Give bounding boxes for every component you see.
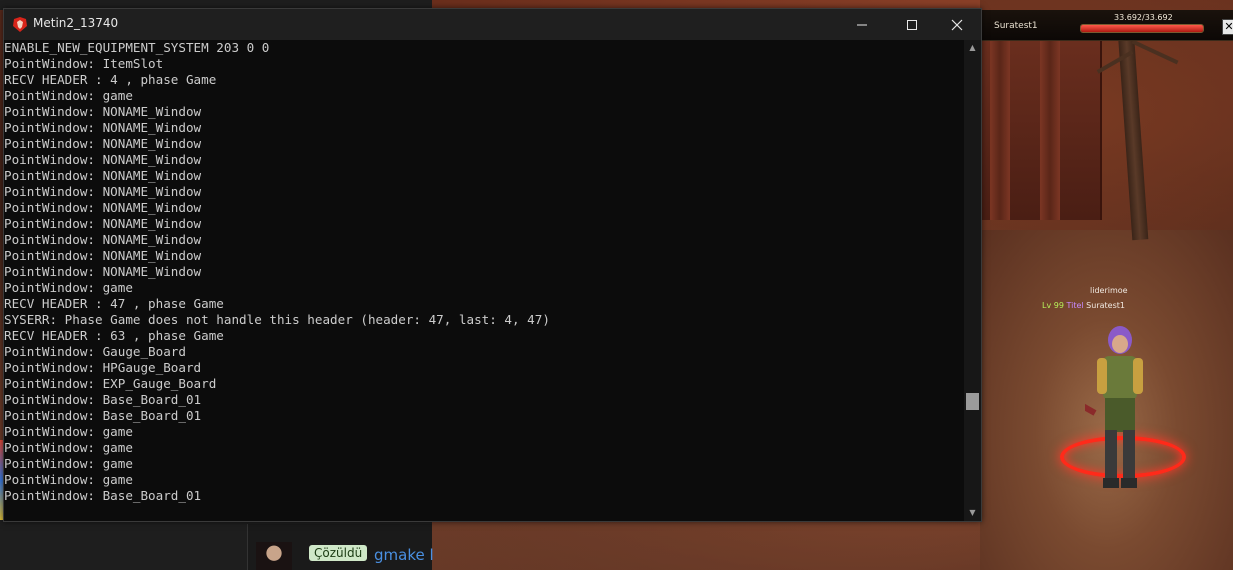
console-line: SYSERR: Phase Game does not handle this …	[4, 312, 550, 327]
solved-badge: Çözüldü	[309, 545, 368, 561]
forum-post-title[interactable]: gmake l	[374, 546, 434, 564]
console-line: PointWindow: EXP_Gauge_Board	[4, 376, 217, 391]
character-guild-label: liderimoe	[1090, 286, 1128, 295]
metin2-app-icon	[13, 17, 27, 32]
console-line: PointWindow: game	[4, 280, 133, 295]
window-titlebar[interactable]: Metin2_13740	[4, 9, 981, 40]
console-line: PointWindow: NONAME_Window	[4, 184, 202, 199]
console-line: PointWindow: game	[4, 424, 133, 439]
console-scrollbar[interactable]: ▲ ▼	[964, 40, 981, 521]
character-name: Suratest1	[1086, 301, 1125, 310]
window-title: Metin2_13740	[33, 16, 119, 30]
scroll-down-icon[interactable]: ▼	[964, 505, 981, 521]
close-icon	[951, 19, 963, 31]
console-line: PointWindow: NONAME_Window	[4, 152, 202, 167]
console-line: PointWindow: NONAME_Window	[4, 264, 202, 279]
console-line: PointWindow: game	[4, 456, 133, 471]
maximize-button[interactable]	[889, 9, 935, 40]
console-line: PointWindow: NONAME_Window	[4, 120, 202, 135]
console-line: PointWindow: Base_Board_01	[4, 408, 202, 423]
console-line: RECV HEADER : 47 , phase Game	[4, 296, 224, 311]
minimize-button[interactable]	[839, 9, 885, 40]
forum-post-card[interactable]: Çözüldü gmake l	[247, 524, 434, 570]
temple-structure	[980, 40, 1102, 220]
console-line: PointWindow: Gauge_Board	[4, 344, 186, 359]
character-level: Lv 99	[1042, 301, 1064, 310]
target-hp-text: 33.692/33.692	[1114, 13, 1173, 22]
console-line: ENABLE_NEW_EQUIPMENT_SYSTEM 203 0 0	[4, 40, 270, 55]
console-line: RECV HEADER : 4 , phase Game	[4, 72, 217, 87]
console-output[interactable]: ENABLE_NEW_EQUIPMENT_SYSTEM 203 0 0 Point…	[4, 40, 964, 521]
console-line: PointWindow: game	[4, 88, 133, 103]
maximize-icon	[907, 20, 917, 30]
target-hp-bar-fill	[1081, 25, 1203, 32]
console-line: PointWindow: game	[4, 440, 133, 455]
hud-close-button[interactable]: ✕	[1222, 19, 1233, 35]
close-button[interactable]	[934, 9, 980, 40]
console-line: PointWindow: HPGauge_Board	[4, 360, 202, 375]
console-line: PointWindow: NONAME_Window	[4, 200, 202, 215]
console-line: PointWindow: Base_Board_01	[4, 392, 202, 407]
console-line: PointWindow: NONAME_Window	[4, 136, 202, 151]
console-line: PointWindow: NONAME_Window	[4, 168, 202, 183]
character-info: Lv 99 Titel Suratest1	[1042, 301, 1125, 310]
avatar[interactable]	[256, 542, 292, 570]
console-window[interactable]: Metin2_13740 ENABLE_NEW_EQUIPMENT_SYSTEM…	[3, 8, 982, 522]
target-name: Suratest1	[994, 21, 1038, 31]
minimize-icon	[857, 24, 867, 26]
console-line: PointWindow: NONAME_Window	[4, 248, 202, 263]
scroll-up-icon[interactable]: ▲	[964, 40, 981, 56]
console-line: PointWindow: ItemSlot	[4, 56, 164, 71]
scroll-thumb[interactable]	[966, 392, 979, 410]
console-line: PointWindow: game	[4, 472, 133, 487]
character-sprite[interactable]	[1085, 318, 1155, 496]
console-line: RECV HEADER : 63 , phase Game	[4, 328, 224, 343]
target-hp-bar	[1080, 24, 1204, 33]
target-hud: Suratest1 33.692/33.692	[980, 10, 1233, 41]
console-line: PointWindow: NONAME_Window	[4, 232, 202, 247]
character-title: Titel	[1066, 301, 1084, 310]
console-line: PointWindow: NONAME_Window	[4, 104, 202, 119]
console-line: PointWindow: Base_Board_01	[4, 488, 202, 503]
console-line: PointWindow: NONAME_Window	[4, 216, 202, 231]
